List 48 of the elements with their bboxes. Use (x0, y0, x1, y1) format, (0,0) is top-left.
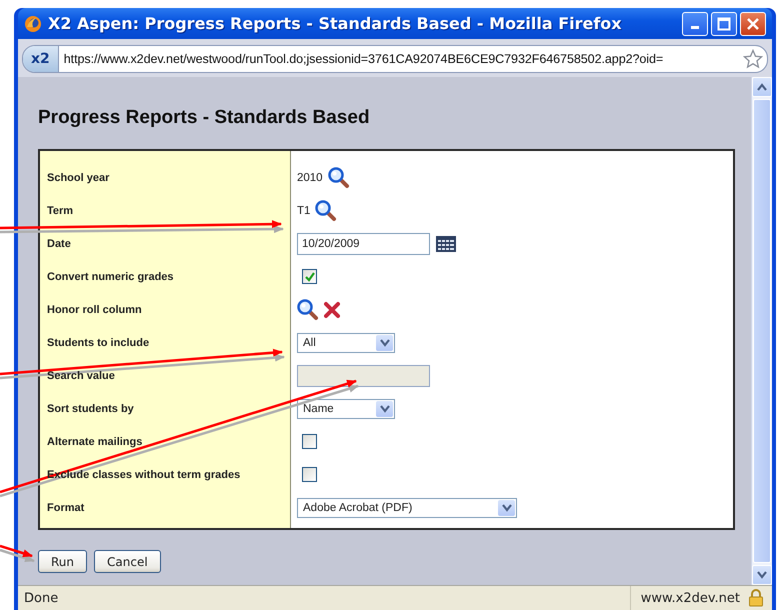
field-label: Sort students by (47, 402, 134, 414)
minimize-button[interactable] (682, 12, 708, 36)
chevron-icon (498, 500, 515, 516)
checkbox[interactable] (302, 434, 317, 449)
search-icon[interactable] (297, 298, 319, 320)
lock-icon[interactable] (748, 589, 764, 607)
scroll-up-button[interactable] (752, 77, 772, 97)
field-label: Format (47, 502, 84, 514)
dialog-button[interactable]: Cancel (94, 550, 161, 573)
search-icon[interactable] (328, 166, 350, 188)
field-label: Honor roll column (47, 304, 142, 316)
field-label: Students to include (47, 336, 150, 348)
page-heading: Progress Reports - Standards Based (38, 107, 371, 129)
field-label: School year (47, 172, 110, 184)
annotation-arrow (0, 544, 35, 562)
chevron-icon (376, 400, 393, 416)
status-text: Done (23, 590, 60, 606)
field-value: 2010 (297, 172, 323, 184)
dropdown[interactable]: Adobe Acrobat (PDF) (297, 498, 517, 518)
status-domain: www.x2dev.net (640, 590, 740, 606)
scrollbar[interactable] (751, 77, 772, 585)
field-label: Alternate mailings (47, 436, 142, 448)
dialog-button[interactable]: Run (38, 550, 88, 573)
field-value: T1 (297, 204, 310, 216)
field-label: Term (47, 204, 74, 216)
calendar-icon[interactable] (435, 234, 457, 252)
address-field[interactable]: x2 https://www.x2dev.net/westwood/runTool.do;jsessionid=3761CA92074BE6CE9C7932F646758502.app2?oid= (22, 45, 768, 73)
close-icon (746, 16, 760, 30)
chevron-icon (376, 334, 393, 350)
maximize-button[interactable] (711, 12, 737, 36)
site-badge: x2 (23, 46, 59, 72)
url-text: https://www.x2dev.net/westwood/runTool.do;jsessionid=3761CA92074BE6CE9C7932F646758502.app2?oid= (62, 52, 664, 66)
minimize-icon (691, 26, 699, 29)
window-title: X2 Aspen: Progress Reports - Standards Based - Mozilla Firefox (48, 14, 623, 33)
search-icon[interactable] (315, 200, 338, 222)
field-label: Date (47, 238, 71, 250)
field-label: Search value (47, 370, 115, 382)
maximize-icon (717, 16, 731, 30)
dropdown[interactable]: Name (297, 398, 395, 418)
close-button[interactable] (740, 12, 766, 36)
scroll-down-button[interactable] (752, 565, 772, 585)
dropdown[interactable]: All (297, 332, 395, 352)
clear-icon[interactable] (324, 300, 340, 318)
browser-logo-icon (24, 14, 42, 32)
checkbox[interactable] (302, 269, 317, 284)
checkbox[interactable] (302, 467, 317, 482)
field-label: Convert numeric grades (47, 270, 174, 282)
date-field[interactable]: 10/20/2009 (297, 232, 430, 254)
